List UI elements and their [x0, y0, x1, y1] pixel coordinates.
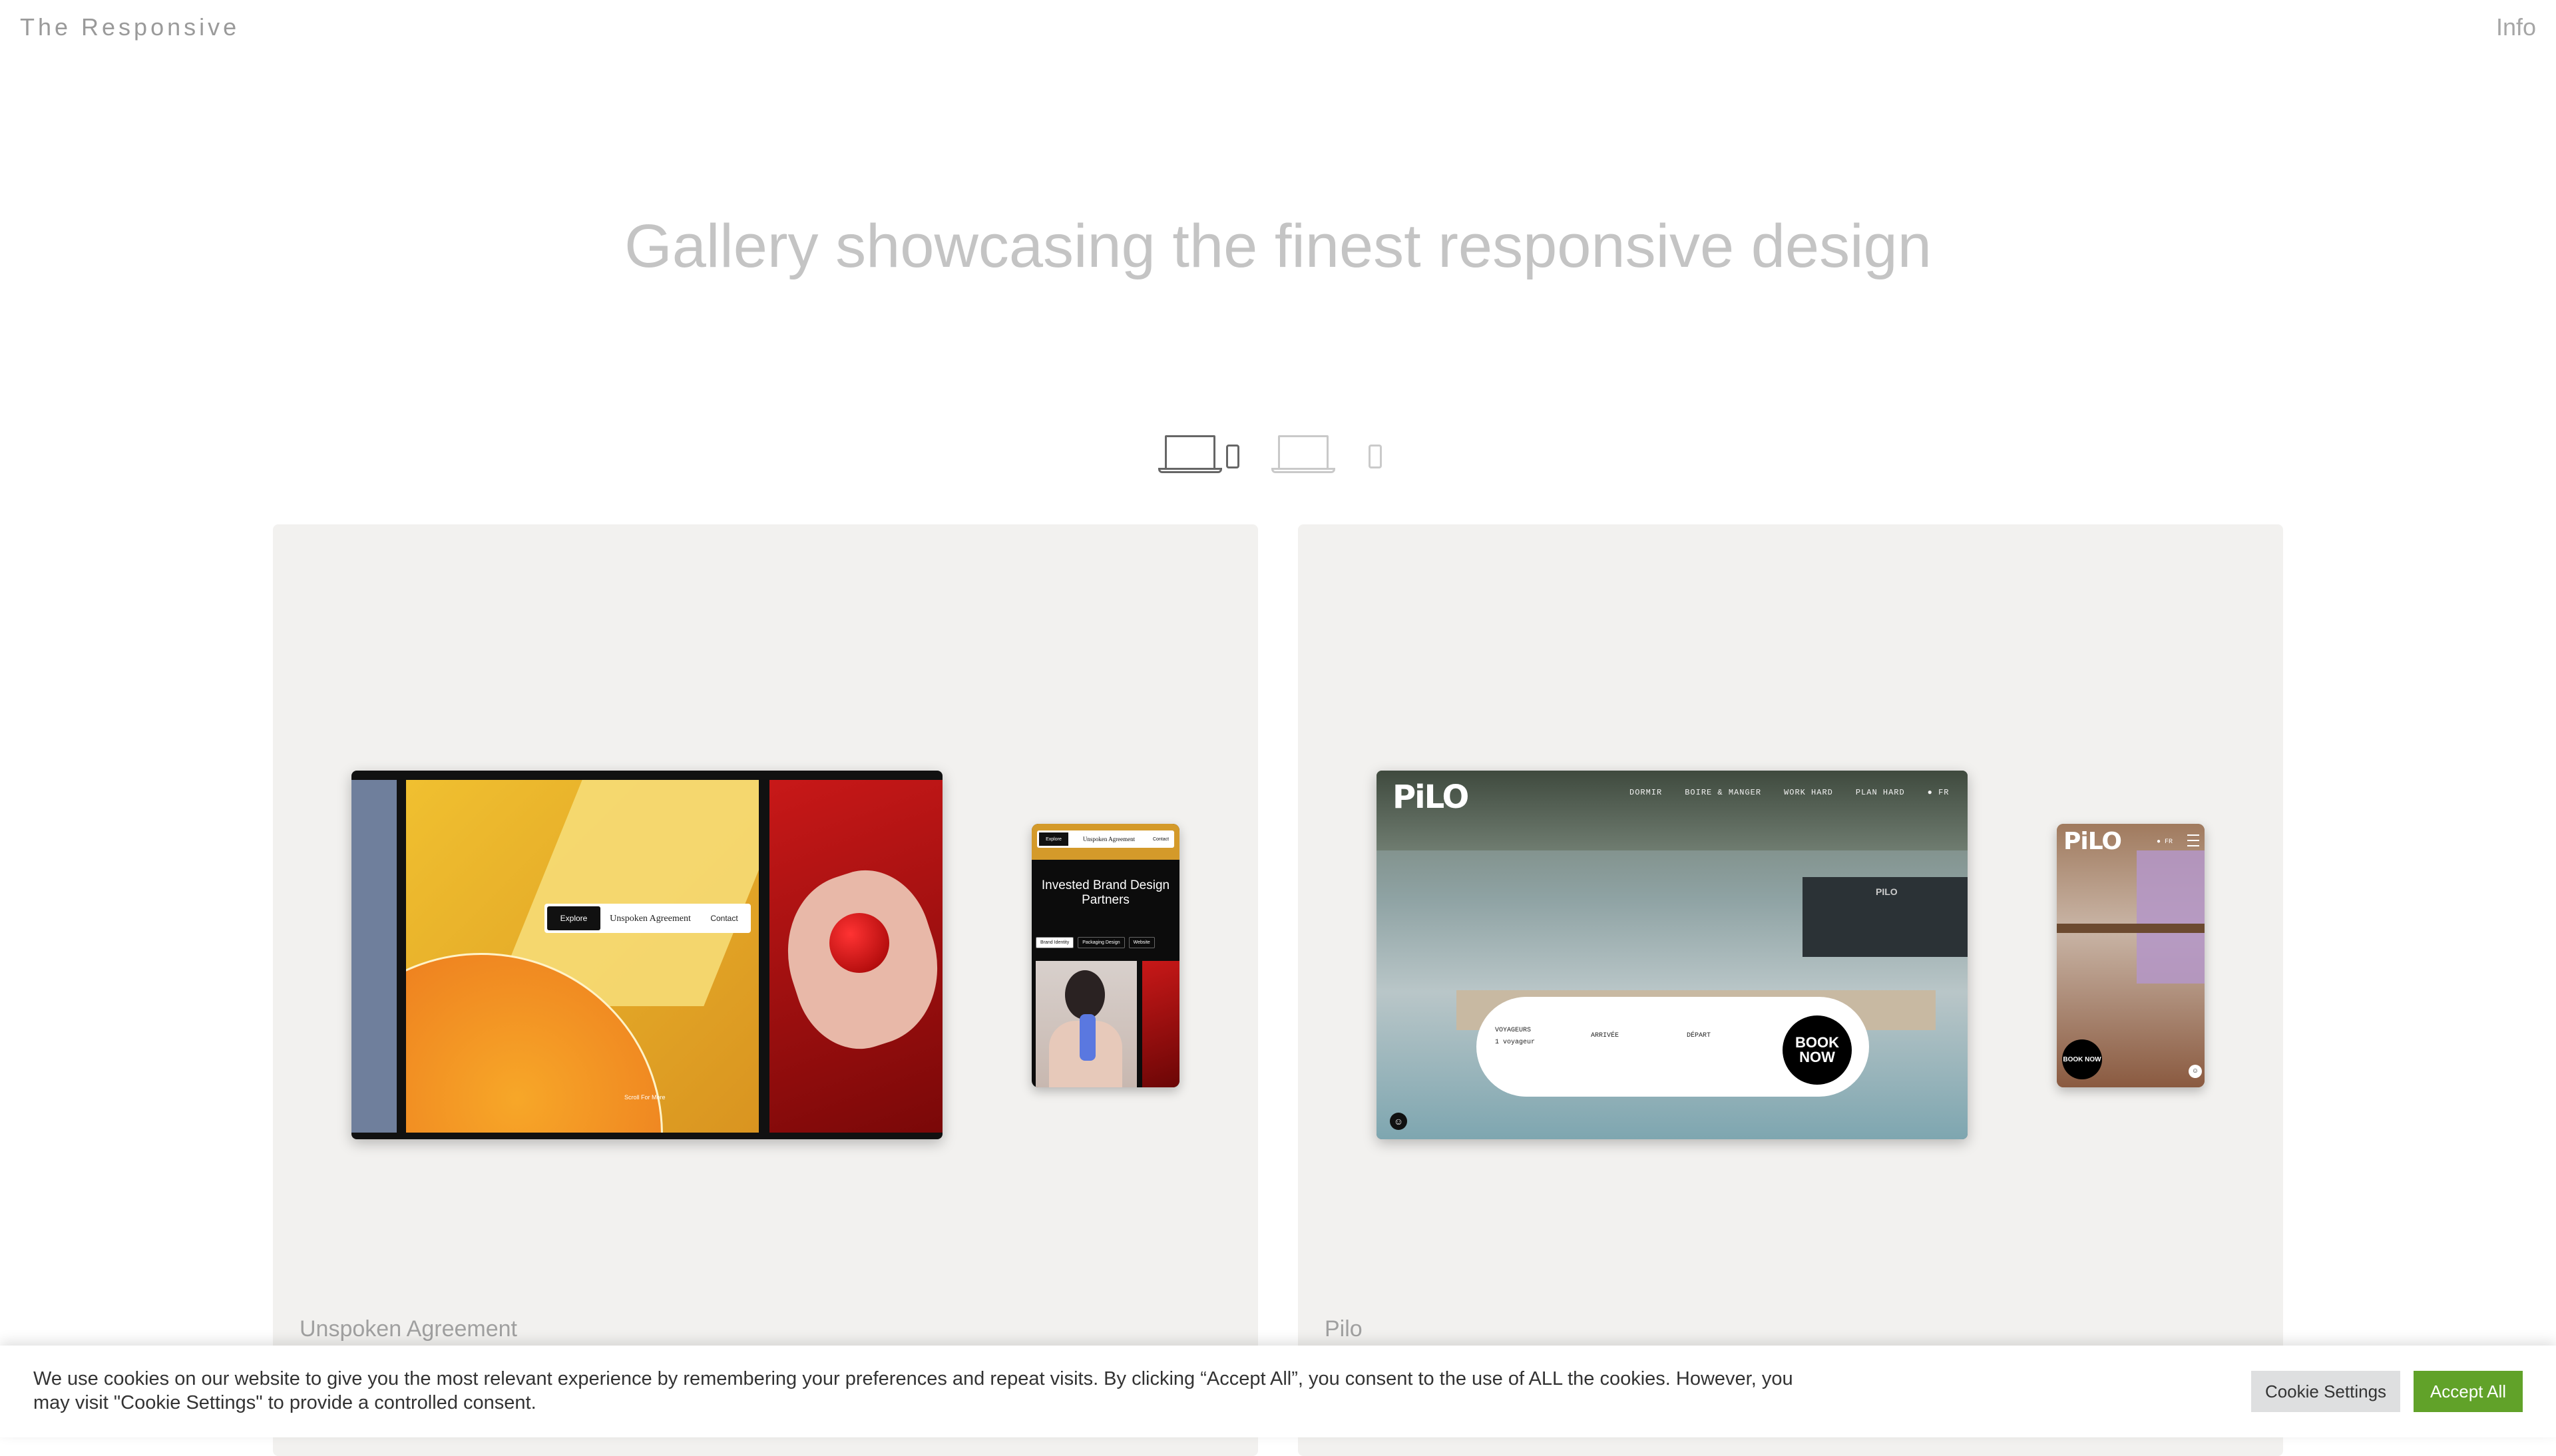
- mockup-logo: Unspoken Agreement: [610, 913, 691, 924]
- mobile-explore: Explore: [1039, 832, 1068, 846]
- voyageurs-value: 1 voyageur: [1495, 1039, 1536, 1046]
- mobile-pills: Brand Identity Packaging Design Website: [1036, 937, 1155, 948]
- desktop-screenshot: PILO PiLO DORMIR BOIRE & MANGER WORK HAR…: [1377, 771, 1968, 1139]
- blue-ribbon: [1080, 1014, 1096, 1061]
- accept-all-button[interactable]: Accept All: [2414, 1371, 2523, 1412]
- menu-item: ● FR: [1927, 788, 1950, 797]
- cookie-settings-button[interactable]: Cookie Settings: [2251, 1371, 2400, 1412]
- smiley-icon: ☺: [1390, 1113, 1407, 1130]
- depart-label: DÉPART: [1687, 1032, 1711, 1039]
- mockup-nav: Explore Unspoken Agreement Contact: [544, 904, 751, 933]
- mockup-logo: PiLO: [1392, 779, 1469, 816]
- site-logo[interactable]: The Responsive: [20, 13, 240, 41]
- pill: Website: [1128, 937, 1155, 948]
- arrivee-field: ARRIVÉE: [1591, 1030, 1619, 1042]
- voyageurs-field: VOYAGEURS 1 voyageur: [1495, 1025, 1535, 1049]
- phone-icon: [1226, 445, 1239, 468]
- laptop-and-phone-view-button[interactable]: [1158, 433, 1245, 473]
- laptop-base-icon: [1158, 468, 1222, 473]
- laptop-icon: [1165, 435, 1215, 470]
- mobile-lang: ● FR: [2157, 838, 2173, 846]
- laptop-only-view-button[interactable]: [1271, 433, 1338, 473]
- menu-item: DORMIR: [1629, 788, 1663, 797]
- mobile-screenshot: PiLO ● FR BOOK NOW ☺: [2057, 824, 2205, 1087]
- red-image: [1142, 961, 1179, 1087]
- cookie-text: We use cookies on our website to give yo…: [33, 1368, 1793, 1413]
- menu-board-logo: PILO: [1876, 886, 1898, 897]
- depart-field: DÉPART: [1687, 1030, 1711, 1042]
- mobile-logo: Unspoken Agreement: [1082, 836, 1136, 842]
- menu-item: BOIRE & MANGER: [1685, 788, 1762, 797]
- gallery-card-unspoken-agreement[interactable]: Explore Unspoken Agreement Contact Scrol…: [273, 524, 1258, 1456]
- mobile-logo: PiLO: [2063, 828, 2122, 855]
- mockup-contact: Contact: [710, 914, 738, 923]
- yellow-panel: [406, 780, 759, 1133]
- mobile-contact: Contact: [1152, 836, 1170, 842]
- mockup-menu: DORMIR BOIRE & MANGER WORK HARD PLAN HAR…: [1629, 788, 1949, 797]
- smiley-icon: ☺: [2189, 1065, 2202, 1078]
- purple-panel: [2137, 850, 2205, 984]
- menu-item: PLAN HARD: [1855, 788, 1905, 797]
- mockup-scroll-hint: Scroll For More: [624, 1094, 666, 1101]
- hamburger-icon: [2187, 834, 2199, 846]
- voyageurs-label: VOYAGEURS: [1495, 1027, 1532, 1034]
- wood-shelf: [2057, 924, 2205, 933]
- info-link[interactable]: Info: [2496, 13, 2536, 41]
- laptop-icon: [1278, 435, 1329, 470]
- card-title[interactable]: Pilo: [1325, 1316, 1363, 1342]
- blue-panel: [351, 780, 397, 1133]
- pill: Brand Identity: [1036, 937, 1074, 948]
- laptop-base-icon: [1271, 468, 1335, 473]
- red-ball-image: [829, 913, 889, 973]
- model-head: [1065, 970, 1105, 1019]
- mobile-mockup-nav: Explore Unspoken Agreement Contact: [1037, 830, 1174, 848]
- menu-item: WORK HARD: [1784, 788, 1833, 797]
- book-now-badge: BOOK NOW: [1783, 1015, 1852, 1085]
- phone-only-view-button[interactable]: [1366, 433, 1386, 472]
- model-image: [1036, 961, 1137, 1087]
- page-headline: Gallery showcasing the finest responsive…: [624, 212, 1932, 280]
- desktop-screenshot: Explore Unspoken Agreement Contact Scrol…: [351, 771, 943, 1139]
- red-panel: [769, 780, 943, 1133]
- mobile-screenshot: Explore Unspoken Agreement Contact Inves…: [1032, 824, 1179, 1087]
- arrivee-label: ARRIVÉE: [1591, 1032, 1619, 1039]
- menu-board: PILO: [1803, 877, 1968, 957]
- pill: Packaging Design: [1078, 937, 1125, 948]
- mockup-explore: Explore: [547, 906, 600, 930]
- cookie-banner: We use cookies on our website to give yo…: [0, 1346, 2556, 1437]
- mobile-book-now-badge: BOOK NOW: [2062, 1039, 2102, 1079]
- phone-icon: [1369, 445, 1382, 468]
- gallery-card-pilo[interactable]: PILO PiLO DORMIR BOIRE & MANGER WORK HAR…: [1298, 524, 2283, 1456]
- mobile-headline: Invested Brand Design Partners: [1041, 878, 1170, 907]
- card-title[interactable]: Unspoken Agreement: [300, 1316, 517, 1342]
